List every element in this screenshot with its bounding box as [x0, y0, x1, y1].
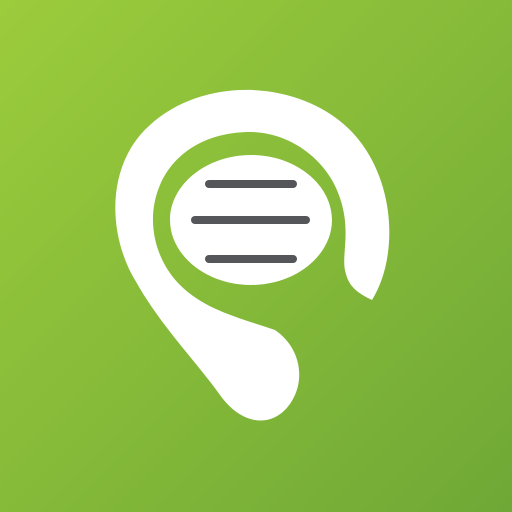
app-icon-svg	[0, 0, 512, 512]
app-icon	[0, 0, 512, 512]
